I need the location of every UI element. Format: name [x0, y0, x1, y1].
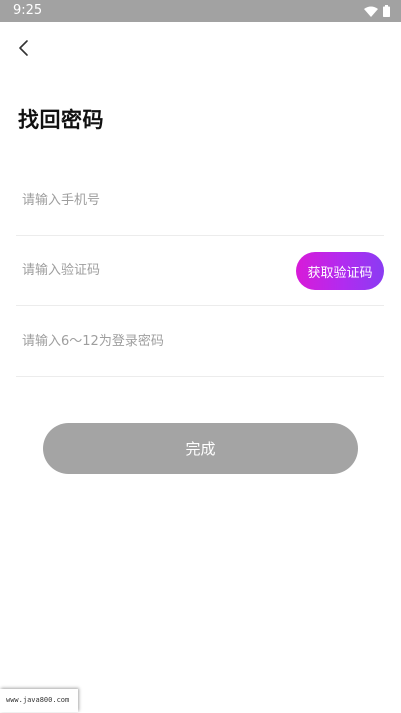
chevron-left-icon — [19, 40, 28, 56]
wifi-icon — [364, 6, 378, 17]
verification-code-input[interactable] — [22, 235, 272, 305]
watermark: www.java800.com — [0, 689, 78, 712]
page-title: 找回密码 — [18, 108, 104, 132]
phone-input[interactable] — [22, 165, 272, 235]
battery-icon — [383, 5, 390, 17]
verification-code-field: 获取验证码 — [16, 235, 384, 306]
password-field — [16, 306, 384, 377]
back-button[interactable] — [12, 36, 36, 60]
phone-field — [16, 165, 384, 236]
submit-button[interactable]: 完成 — [43, 423, 358, 474]
status-bar: 9:25 — [0, 0, 401, 22]
password-input[interactable] — [22, 306, 362, 376]
status-icons — [364, 5, 390, 17]
status-time: 9:25 — [13, 3, 43, 18]
get-code-button[interactable]: 获取验证码 — [296, 252, 384, 290]
